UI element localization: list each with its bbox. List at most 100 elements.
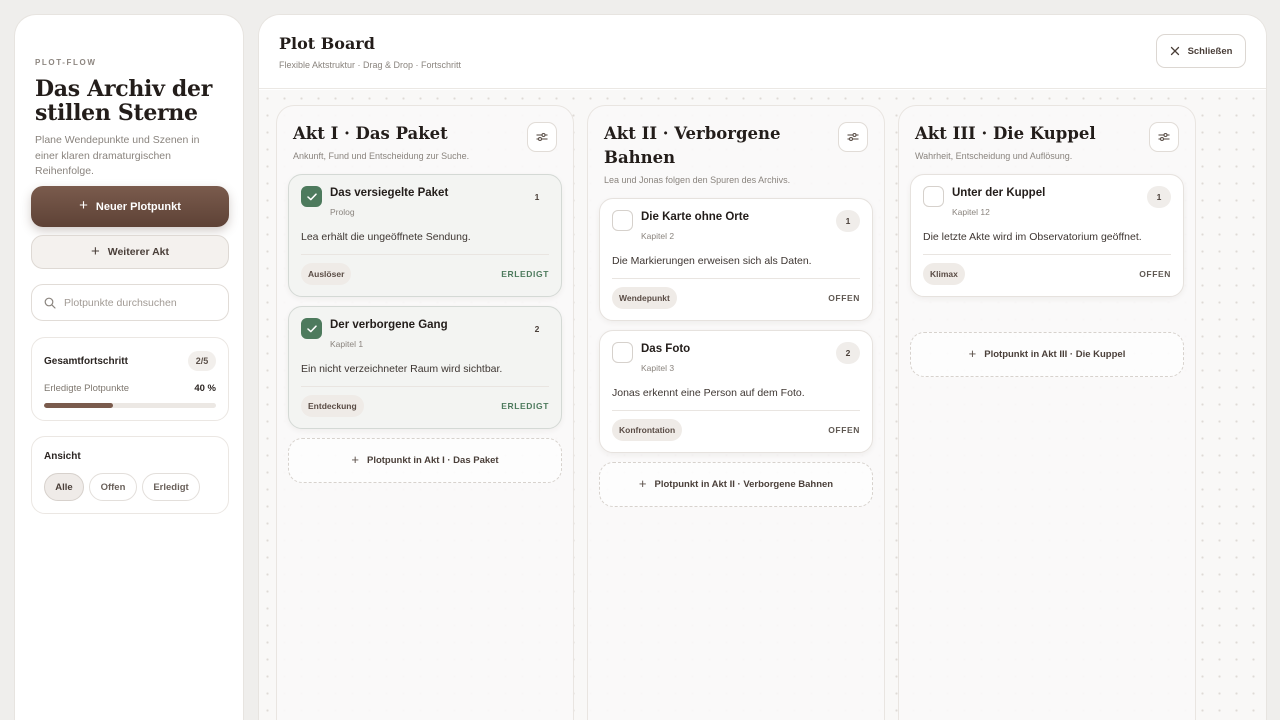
card-status: OFFEN (1139, 269, 1171, 279)
done-checkbox[interactable] (923, 186, 944, 207)
done-checkbox[interactable] (612, 342, 633, 363)
card-status: ERLEDIGT (501, 401, 549, 411)
card-description: Die Markierungen erweisen sich als Daten… (612, 255, 812, 267)
card-description: Jonas erkennt eine Person auf dem Foto. (612, 387, 805, 399)
card-divider (923, 254, 1171, 255)
close-icon (1170, 46, 1179, 56)
card-divider (612, 278, 860, 279)
act-subtitle: Ankunft, Fund und Entscheidung zur Suche… (293, 151, 470, 161)
act-settings-button[interactable] (527, 122, 557, 152)
plot-board: Plot Board Flexible Aktstruktur · Drag &… (258, 14, 1267, 720)
sliders-icon (536, 132, 548, 142)
filter-chip-open[interactable]: Offen (89, 473, 137, 501)
check-icon (306, 192, 317, 200)
plot-card[interactable]: Die Karte ohne Orte Kapitel 2 1 Die Mark… (599, 198, 873, 321)
add-act-label: Weiterer Akt (107, 246, 170, 258)
plot-card[interactable]: Der verborgene Gang Kapitel 1 2 Ein nich… (288, 306, 562, 429)
plot-card[interactable]: Das versiegelte Paket Prolog 1 Lea erhäl… (288, 174, 562, 297)
card-number: 1 (534, 192, 540, 202)
card-description: Die letzte Akte wird im Observatorium ge… (923, 231, 1142, 243)
view-filter-card: Ansicht Alle Offen Erledigt (31, 436, 229, 514)
card-status: ERLEDIGT (501, 269, 549, 279)
card-chapter: Kapitel 3 (641, 363, 675, 373)
board-title: Plot Board (279, 34, 375, 53)
done-checkbox[interactable] (301, 318, 322, 339)
view-filter-chips: Alle Offen Erledigt (44, 473, 200, 501)
card-title: Das versiegelte Paket (330, 187, 449, 199)
done-checkbox[interactable] (301, 186, 322, 207)
add-plotpoint-button[interactable]: + Plotpunkt in Akt I · Das Paket (288, 438, 562, 483)
new-plotpoint-label: Neuer Plotpunkt (95, 200, 181, 213)
card-tag: Klimax (923, 263, 965, 285)
act-subtitle: Lea und Jonas folgen den Spuren des Arch… (604, 175, 791, 185)
act-column-1: Akt I · Das Paket Ankunft, Fund und Ents… (276, 105, 574, 720)
add-plotpoint-button[interactable]: + Plotpunkt in Akt II · Verborgene Bahne… (599, 462, 873, 507)
card-chapter: Kapitel 1 (330, 339, 364, 349)
card-divider (301, 386, 549, 387)
progress-sub-label: Erledigte Plotpunkte (44, 383, 130, 394)
view-label: Ansicht (44, 451, 81, 462)
act-subtitle: Wahrheit, Entscheidung und Auflösung. (915, 151, 1073, 161)
act-title: Akt II · Verborgene Bahnen (604, 124, 781, 167)
done-checkbox[interactable] (612, 210, 633, 231)
card-tag: Konfrontation (612, 419, 683, 441)
search-box (31, 284, 229, 321)
card-number: 1 (836, 210, 860, 232)
check-icon (306, 324, 317, 332)
card-divider (301, 254, 549, 255)
progress-label: Gesamtfortschritt (44, 356, 128, 367)
act-settings-button[interactable] (838, 122, 868, 152)
card-description: Lea erhält die ungeöffnete Sendung. (301, 231, 471, 243)
add-plotpoint-button[interactable]: + Plotpunkt in Akt III · Die Kuppel (910, 332, 1184, 377)
plus-icon: + (638, 476, 647, 491)
card-chapter: Kapitel 12 (952, 207, 990, 217)
filter-chip-done[interactable]: Erledigt (142, 473, 200, 501)
add-act-button[interactable]: + Weiterer Akt (31, 235, 229, 269)
card-tag: Entdeckung (301, 395, 364, 417)
card-description: Ein nicht verzeichneter Raum wird sichtb… (301, 363, 503, 375)
board-header: Plot Board Flexible Aktstruktur · Drag &… (259, 15, 1266, 89)
plot-card[interactable]: Das Foto Kapitel 3 2 Jonas erkennt eine … (599, 330, 873, 453)
card-tag: Wendepunkt (612, 287, 677, 309)
progress-bar-fill (44, 403, 113, 408)
act-settings-button[interactable] (1149, 122, 1179, 152)
plus-icon: + (968, 346, 977, 361)
act-column-2: Akt II · Verborgene Bahnen Lea und Jonas… (587, 105, 885, 720)
card-title: Unter der Kuppel (952, 187, 1046, 199)
progress-count-badge: 2/5 (188, 351, 216, 371)
app-eyebrow: PLOT-FLOW (35, 58, 97, 67)
add-plotpoint-label: Plotpunkt in Akt III · Die Kuppel (984, 349, 1126, 360)
progress-bar (44, 403, 216, 408)
card-status: OFFEN (828, 293, 860, 303)
add-plotpoint-label: Plotpunkt in Akt II · Verborgene Bahnen (654, 479, 834, 490)
sidebar: PLOT-FLOW Das Archiv der stillen Sterne … (14, 14, 244, 720)
search-input[interactable] (64, 296, 214, 309)
add-plotpoint-label: Plotpunkt in Akt I · Das Paket (366, 455, 499, 466)
plot-card[interactable]: Unter der Kuppel Kapitel 12 1 Die letzte… (910, 174, 1184, 297)
sliders-icon (1158, 132, 1170, 142)
card-number: 2 (836, 342, 860, 364)
card-tag: Auslöser (301, 263, 352, 285)
close-button[interactable]: Schließen (1156, 34, 1246, 68)
board-canvas: Akt I · Das Paket Ankunft, Fund und Ents… (259, 90, 1266, 720)
plus-icon: + (351, 452, 359, 467)
act-title: Akt I · Das Paket (293, 124, 448, 143)
card-status: OFFEN (828, 425, 860, 435)
project-title: Das Archiv der stillen Sterne (35, 76, 212, 126)
card-title: Das Foto (641, 343, 691, 355)
card-chapter: Prolog (330, 207, 355, 217)
close-label: Schließen (1187, 45, 1233, 57)
sliders-icon (847, 132, 859, 142)
act-column-3: Akt III · Die Kuppel Wahrheit, Entscheid… (898, 105, 1196, 720)
plus-icon: + (90, 242, 100, 260)
card-title: Der verborgene Gang (330, 319, 448, 331)
board-subtitle: Flexible Aktstruktur · Drag & Drop · For… (279, 60, 462, 70)
filter-chip-all[interactable]: Alle (44, 473, 84, 501)
progress-card: Gesamtfortschritt 2/5 Erledigte Plotpunk… (31, 337, 229, 421)
act-title: Akt III · Die Kuppel (915, 124, 1096, 143)
new-plotpoint-button[interactable]: + Neuer Plotpunkt (31, 186, 229, 227)
card-chapter: Kapitel 2 (641, 231, 675, 241)
plus-icon: + (79, 197, 88, 214)
card-title: Die Karte ohne Orte (641, 211, 749, 223)
card-number: 2 (534, 324, 540, 334)
